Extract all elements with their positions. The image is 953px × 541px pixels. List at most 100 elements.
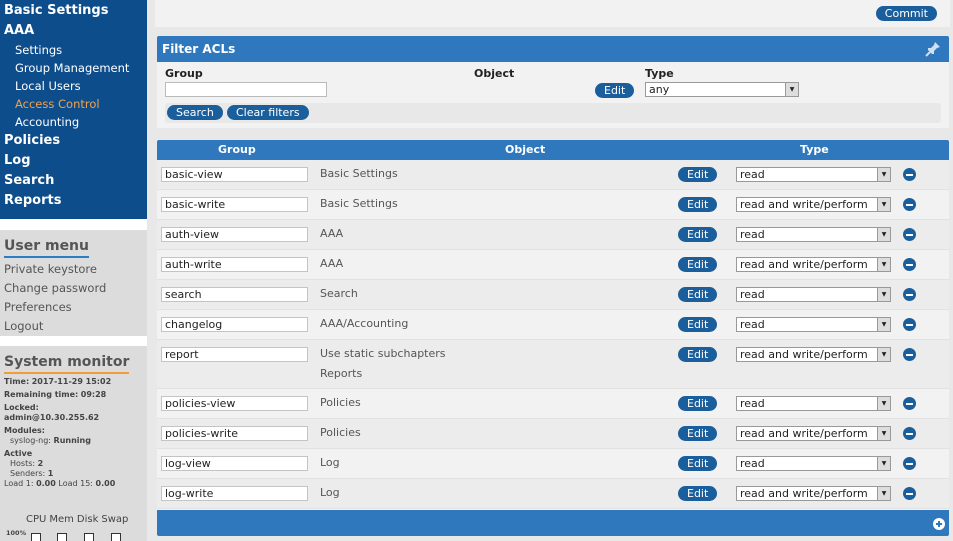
type-select[interactable]: read ▼ (736, 456, 891, 471)
type-select[interactable]: read ▼ (736, 287, 891, 302)
group-input[interactable]: auth-write (161, 257, 308, 272)
dropdown-arrow-icon: ▼ (877, 288, 890, 301)
type-select[interactable]: read and write/perform ▼ (736, 197, 891, 212)
table-row: policies-view Policies Edit read ▼ (157, 389, 949, 419)
filter-header: Filter ACLs (157, 36, 949, 62)
dropdown-arrow-icon: ▼ (877, 457, 890, 470)
filter-type-label: Type (645, 67, 674, 80)
remove-row-icon[interactable] (903, 457, 916, 470)
sysmon-load: Load 1: 0.00 Load 15: 0.00 (4, 479, 116, 488)
user-menu-logout[interactable]: Logout (4, 317, 147, 336)
group-input[interactable]: basic-view (161, 167, 308, 182)
row-edit-button[interactable]: Edit (678, 257, 718, 272)
nav-group-management[interactable]: Group Management (0, 59, 147, 77)
row-edit-button[interactable]: Edit (678, 287, 718, 302)
dropdown-arrow-icon: ▼ (877, 318, 890, 331)
group-input[interactable]: changelog (161, 317, 308, 332)
group-input[interactable]: report (161, 347, 308, 362)
remove-row-icon[interactable] (903, 288, 916, 301)
user-menu-title: User menu (4, 238, 89, 258)
row-edit-button[interactable]: Edit (678, 347, 718, 362)
row-edit-button[interactable]: Edit (678, 486, 718, 501)
type-select[interactable]: read ▼ (736, 227, 891, 242)
row-edit-button[interactable]: Edit (678, 167, 718, 182)
type-select[interactable]: read ▼ (736, 167, 891, 182)
type-select[interactable]: read ▼ (736, 317, 891, 332)
type-select-value: read (740, 457, 765, 470)
row-edit-button[interactable]: Edit (678, 227, 718, 242)
nav-log[interactable]: Log (0, 151, 147, 171)
group-input[interactable]: policies-write (161, 426, 308, 441)
group-input[interactable]: log-view (161, 456, 308, 471)
filter-group-input[interactable] (165, 82, 327, 97)
nav-basic-settings[interactable]: Basic Settings (0, 1, 147, 21)
nav-settings[interactable]: Settings (0, 41, 147, 59)
add-row-icon[interactable] (933, 518, 945, 530)
table-row: log-write Log Edit read and write/perform ▼ (157, 479, 949, 509)
table-row: log-view Log Edit read ▼ (157, 449, 949, 479)
table-footer (157, 510, 949, 536)
table-row: policies-write Policies Edit read and write… (157, 419, 949, 449)
nav-access-control[interactable]: Access Control (0, 95, 147, 113)
filter-title: Filter ACLs (162, 42, 236, 56)
table-row: auth-write AAA Edit read and write/perform ▼ (157, 250, 949, 280)
remove-row-icon[interactable] (903, 168, 916, 181)
commit-button[interactable]: Commit (875, 6, 937, 21)
type-select[interactable]: read and write/perform ▼ (736, 486, 891, 501)
type-select-value: read and write/perform (740, 427, 868, 440)
nav-search[interactable]: Search (0, 171, 147, 191)
nav-reports[interactable]: Reports (0, 191, 147, 211)
type-select[interactable]: read and write/perform ▼ (736, 347, 891, 362)
commit-bar: Commit (155, 0, 950, 27)
pin-icon[interactable] (925, 41, 941, 57)
row-edit-button[interactable]: Edit (678, 396, 718, 411)
nav-policies[interactable]: Policies (0, 131, 147, 151)
remove-row-icon[interactable] (903, 427, 916, 440)
row-edit-button[interactable]: Edit (678, 317, 718, 332)
object-name: Log (320, 456, 340, 469)
type-select-value: read (740, 318, 765, 331)
sysmon-locked-value: admin@10.30.255.62 (4, 413, 100, 422)
search-button[interactable]: Search (167, 105, 223, 120)
row-edit-button[interactable]: Edit (678, 426, 718, 441)
mem-bar (57, 533, 67, 541)
object-name: Search (320, 287, 358, 300)
filter-type-select[interactable]: any ▼ (645, 82, 799, 97)
group-input[interactable]: auth-view (161, 227, 308, 242)
clear-filters-button[interactable]: Clear filters (227, 105, 309, 120)
remove-row-icon[interactable] (903, 487, 916, 500)
object-name-line2: Reports (320, 367, 363, 380)
row-edit-button[interactable]: Edit (678, 456, 718, 471)
type-select[interactable]: read and write/perform ▼ (736, 257, 891, 272)
col-header-object: Object (505, 143, 546, 156)
sysmon-pct-label: 100% (6, 529, 27, 537)
row-edit-button[interactable]: Edit (678, 197, 718, 212)
remove-row-icon[interactable] (903, 397, 916, 410)
object-name: AAA (320, 257, 344, 270)
swap-bar (111, 533, 121, 541)
filter-object-edit-button[interactable]: Edit (595, 83, 635, 98)
user-menu-private-keystore[interactable]: Private keystore (4, 260, 147, 279)
remove-row-icon[interactable] (903, 348, 916, 361)
remove-row-icon[interactable] (903, 198, 916, 211)
dropdown-arrow-icon: ▼ (877, 348, 890, 361)
nav-local-users[interactable]: Local Users (0, 77, 147, 95)
remove-row-icon[interactable] (903, 258, 916, 271)
sidebar: Basic Settings AAA Settings Group Manage… (0, 0, 147, 541)
remove-row-icon[interactable] (903, 228, 916, 241)
group-input[interactable]: log-write (161, 486, 308, 501)
group-input[interactable]: policies-view (161, 396, 308, 411)
sysmon-col-cpu: CPU (26, 514, 47, 525)
user-menu-change-password[interactable]: Change password (4, 279, 147, 298)
type-select[interactable]: read and write/perform ▼ (736, 426, 891, 441)
type-select[interactable]: read ▼ (736, 396, 891, 411)
group-input[interactable]: basic-write (161, 197, 308, 212)
type-select-value: read (740, 168, 765, 181)
nav-aaa[interactable]: AAA (0, 21, 147, 41)
user-menu-preferences[interactable]: Preferences (4, 298, 147, 317)
group-input[interactable]: search (161, 287, 308, 302)
sysmon-col-mem: Mem (49, 514, 74, 525)
type-select-value: read and write/perform (740, 487, 868, 500)
nav-accounting[interactable]: Accounting (0, 113, 147, 131)
remove-row-icon[interactable] (903, 318, 916, 331)
